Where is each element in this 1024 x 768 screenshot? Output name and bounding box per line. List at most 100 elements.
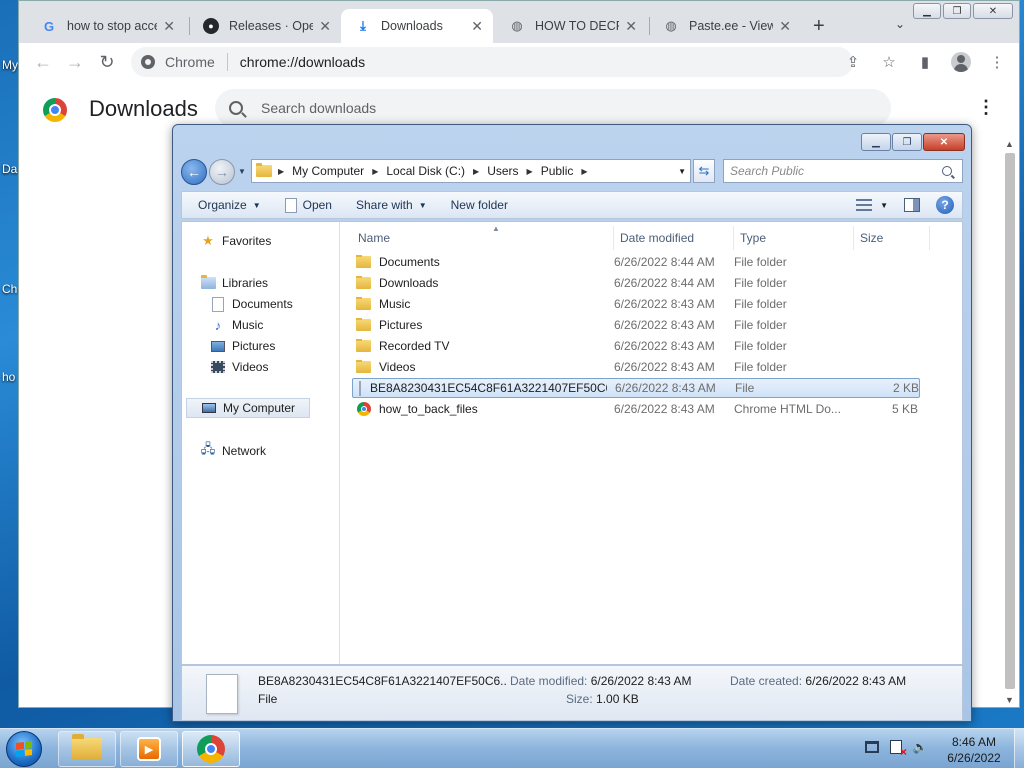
desktop-icon-label[interactable]: ho [2,370,15,384]
new-tab-button[interactable]: + [813,15,825,38]
tab-how-to-decrypt[interactable]: ◍ HOW TO DECRY ✕ [495,9,647,43]
change-view-button[interactable]: ▼ [856,199,888,211]
breadcrumb-item[interactable]: Users [487,164,518,178]
tab-github-releases[interactable]: ● Releases · Open ✕ [189,9,341,43]
site-chip[interactable]: Chrome [141,54,215,70]
address-bar[interactable]: ▶ My Computer ▶ Local Disk (C:) ▶ Users … [251,159,691,183]
file-large-icon [206,674,238,714]
nav-item-music[interactable]: ♪ Music [210,315,264,335]
page-scrollbar[interactable]: ▲ ▼ [1003,139,1017,705]
maximize-button[interactable]: ❐ [892,133,922,151]
nav-item-my-computer[interactable]: My Computer [186,398,311,418]
forward-arrow-icon[interactable]: → [59,46,91,78]
close-icon[interactable]: ✕ [163,18,175,35]
volume-icon[interactable]: 🔈 [912,739,928,755]
address-bar[interactable]: Chrome chrome://downloads [131,47,853,77]
desktop-icon-label[interactable]: Ch [2,282,17,296]
column-header-name[interactable]: Name ▲ [352,224,614,250]
minimize-button[interactable]: ▁ [861,133,891,151]
close-button[interactable]: ✕ [973,3,1013,19]
back-arrow-icon[interactable]: ← [181,159,207,185]
taskbar-explorer[interactable] [58,731,116,767]
refresh-icon[interactable]: ⇆ [693,159,715,183]
close-button[interactable]: ✕ [923,133,965,151]
details-file-type: File [258,692,278,706]
file-row-selected[interactable]: BE8A8230431EC54C8F61A3221407EF50C6... 6/… [352,378,920,398]
file-row[interactable]: how_to_back_files 6/26/2022 8:43 AM Chro… [352,399,920,419]
action-center-flag-icon[interactable] [888,739,907,759]
more-options-icon[interactable]: ⋮ [977,97,995,118]
close-icon[interactable]: ✕ [471,18,483,35]
column-header-date[interactable]: Date modified [614,226,734,250]
file-row[interactable]: Pictures 6/26/2022 8:43 AM File folder [352,315,920,335]
nav-item-libraries[interactable]: Libraries [200,273,268,293]
column-header-type[interactable]: Type [734,226,854,250]
help-icon[interactable]: ? [936,196,954,214]
clock-date: 6/26/2022 [947,751,1001,765]
file-row[interactable]: Music 6/26/2022 8:43 AM File folder [352,294,920,314]
network-icon[interactable] [864,739,880,755]
reload-icon[interactable]: ↻ [91,46,123,78]
file-row[interactable]: Documents 6/26/2022 8:44 AM File folder [352,252,920,272]
taskbar-chrome[interactable] [182,731,240,767]
file-row[interactable]: Downloads 6/26/2022 8:44 AM File folder [352,273,920,293]
nav-item-network[interactable]: 🖧 Network [200,441,266,461]
url-text[interactable]: chrome://downloads [240,54,365,70]
breadcrumb-item[interactable]: My Computer [292,164,364,178]
scrollbar-thumb[interactable] [1005,153,1015,689]
recent-pages-chevron-icon[interactable]: ▼ [238,167,246,176]
maximize-button[interactable]: ❐ [943,3,971,19]
scroll-up-icon[interactable]: ▲ [1005,139,1014,149]
file-row[interactable]: Videos 6/26/2022 8:43 AM File folder [352,357,920,377]
taskbar-media-player[interactable]: ▶ [120,731,178,767]
close-icon[interactable]: ✕ [779,18,791,35]
breadcrumb-item[interactable]: Local Disk (C:) [386,164,465,178]
search-input[interactable] [261,100,821,116]
system-clock[interactable]: 8:46 AM 6/26/2022 [944,734,1004,766]
close-icon[interactable]: ✕ [319,18,331,35]
nav-item-favorites[interactable]: ★ Favorites [200,231,271,251]
column-header-size[interactable]: Size [854,226,930,250]
new-folder-button[interactable]: New folder [439,192,520,218]
close-icon[interactable]: ✕ [625,18,637,35]
chevron-right-icon[interactable]: ▶ [372,167,378,176]
address-dropdown-icon[interactable]: ▼ [678,167,686,176]
desktop-icon-label[interactable]: Da [2,162,17,176]
kebab-menu-icon[interactable]: ⋮ [981,46,1013,78]
explorer-search[interactable] [723,159,963,183]
chevron-right-icon[interactable]: ▶ [527,167,533,176]
downloads-search[interactable] [215,89,891,127]
nav-item-videos[interactable]: Videos [210,357,268,377]
tab-search-chevron-icon[interactable]: ⌄ [895,17,905,31]
tab-paste-ee[interactable]: ◍ Paste.ee - View p ✕ [649,9,801,43]
preview-pane-icon[interactable] [904,198,920,212]
tab-google-search[interactable]: G how to stop acce ✕ [27,9,185,43]
nav-item-pictures[interactable]: Pictures [210,336,275,356]
media-player-icon: ▶ [137,737,161,761]
forward-arrow-icon[interactable]: → [209,159,235,185]
back-arrow-icon[interactable]: ← [27,46,59,78]
scroll-down-icon[interactable]: ▼ [1005,695,1014,705]
search-icon[interactable] [942,166,952,176]
organize-button[interactable]: Organize ▼ [182,192,273,218]
command-bar: Organize ▼ Open Share with ▼ New folder ▼ … [181,191,963,219]
desktop-icon-label[interactable]: My [2,58,18,72]
tab-downloads[interactable]: ⤓ Downloads ✕ [341,9,493,43]
profile-button[interactable] [945,46,977,78]
show-desktop-button[interactable] [1014,729,1024,768]
breadcrumb-item[interactable]: Public [541,164,574,178]
chevron-right-icon[interactable]: ▶ [581,167,587,176]
open-button[interactable]: Open [273,192,344,218]
chevron-right-icon[interactable]: ▶ [278,167,284,176]
chevron-right-icon[interactable]: ▶ [473,167,479,176]
nav-item-documents[interactable]: Documents [210,294,293,314]
bookmark-star-icon[interactable]: ☆ [873,46,905,78]
search-input[interactable] [730,164,942,178]
share-with-button[interactable]: Share with ▼ [344,192,439,218]
file-row[interactable]: Recorded TV 6/26/2022 8:43 AM File folde… [352,336,920,356]
minimize-button[interactable]: ▁ [913,3,941,19]
side-panel-icon[interactable]: ▮ [909,46,941,78]
share-icon[interactable]: ⇪ [837,46,869,78]
start-button[interactable] [6,731,42,767]
network-icon: 🖧 [200,441,216,456]
